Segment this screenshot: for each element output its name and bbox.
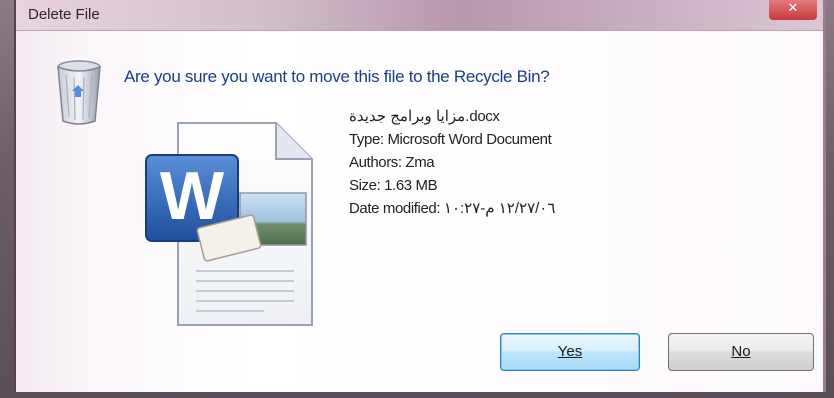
dialog-body: Are you sure you want to move this file … bbox=[16, 30, 823, 391]
file-name: مزايا وبرامج جديدة.docx bbox=[349, 108, 500, 125]
svg-text:W: W bbox=[160, 158, 225, 234]
desktop-background: Delete File ✕ Are you sure you want to m… bbox=[0, 0, 834, 398]
title-bar[interactable]: Delete File ✕ bbox=[16, 0, 823, 30]
close-button[interactable]: ✕ bbox=[769, 0, 817, 20]
file-details: مزايا وبرامج جديدة.docx Type: Microsoft … bbox=[349, 105, 556, 220]
yes-button-label: Yes bbox=[557, 343, 583, 360]
close-icon: ✕ bbox=[787, 1, 799, 16]
file-date-modified: Date modified: ١٢/٢٧/٠٦ م-١٠:٢٧ bbox=[349, 200, 556, 217]
no-button[interactable]: No bbox=[668, 333, 814, 371]
file-type: Type: Microsoft Word Document bbox=[349, 131, 552, 148]
recycle-bin-icon bbox=[57, 60, 101, 125]
delete-file-dialog: Delete File ✕ Are you sure you want to m… bbox=[14, 0, 826, 392]
file-size: Size: 1.63 MB bbox=[349, 177, 438, 194]
file-authors: Authors: Zma bbox=[349, 154, 435, 171]
dialog-title: Delete File bbox=[28, 6, 100, 23]
word-document-icon: W bbox=[145, 122, 313, 326]
confirmation-question: Are you sure you want to move this file … bbox=[124, 67, 550, 86]
no-button-label: No bbox=[731, 343, 751, 360]
yes-button[interactable]: Yes bbox=[500, 333, 640, 371]
